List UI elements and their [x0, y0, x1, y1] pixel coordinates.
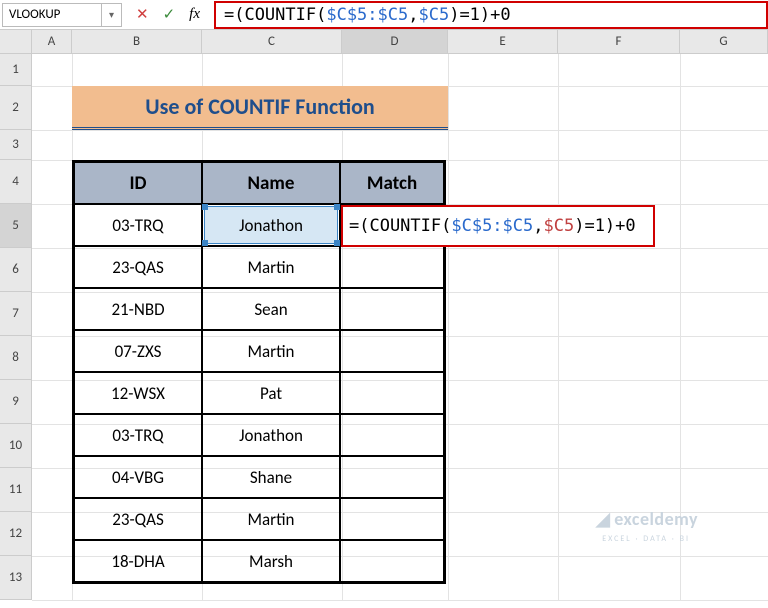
- col-header-D[interactable]: D: [342, 30, 448, 53]
- formula-input[interactable]: =(COUNTIF($C$5:$C5,$C5)=1)+0: [214, 1, 768, 29]
- cell-match[interactable]: [340, 540, 444, 582]
- cell-match-editing[interactable]: =(COUNTIF($C$5:$C5,$C5)=1)+0: [340, 204, 444, 246]
- selection-handle[interactable]: [202, 204, 208, 210]
- watermark: ◢exceldemy: [596, 508, 698, 530]
- cell-id[interactable]: 07-ZXS: [74, 330, 202, 372]
- table-row: 03-TRQ Jonathon: [74, 414, 444, 456]
- cell-name[interactable]: Sean: [202, 288, 340, 330]
- cell-id[interactable]: 18-DHA: [74, 540, 202, 582]
- cell-name-selected[interactable]: Jonathon: [202, 204, 340, 246]
- cell-match[interactable]: [340, 414, 444, 456]
- select-all-corner[interactable]: [0, 30, 32, 53]
- cell-id[interactable]: 03-TRQ: [74, 414, 202, 456]
- cell-value: Jonathon: [239, 215, 303, 236]
- table-row: 07-ZXS Martin: [74, 330, 444, 372]
- cell-id[interactable]: 23-QAS: [74, 498, 202, 540]
- watermark-icon: ◢: [596, 508, 610, 530]
- row-header-9[interactable]: 9: [0, 380, 32, 424]
- worksheet: A B C D E F G 1 2 3 4 5 6 7 8 9 10 11 12…: [0, 30, 768, 600]
- table-row: 21-NBD Sean: [74, 288, 444, 330]
- col-header-C[interactable]: C: [202, 30, 342, 53]
- table-row: 12-WSX Pat: [74, 372, 444, 414]
- enter-icon[interactable]: ✓: [163, 5, 176, 24]
- table-header-match[interactable]: Match: [340, 162, 444, 204]
- row-header-3[interactable]: 3: [0, 130, 32, 160]
- table-row: 04-VBG Shane: [74, 456, 444, 498]
- column-headers: A B C D E F G: [0, 30, 768, 54]
- table-row: 23-QAS Martin: [74, 498, 444, 540]
- row-header-8[interactable]: 8: [0, 336, 32, 380]
- data-table: ID Name Match 03-TRQ Jonathon: [72, 160, 446, 584]
- cell-match[interactable]: [340, 372, 444, 414]
- col-header-F[interactable]: F: [558, 30, 680, 53]
- row-header-1[interactable]: 1: [0, 54, 32, 86]
- cell-match[interactable]: [340, 246, 444, 288]
- fx-icon[interactable]: fx: [189, 6, 200, 23]
- col-header-E[interactable]: E: [448, 30, 558, 53]
- row-header-4[interactable]: 4: [0, 160, 32, 204]
- cell-name[interactable]: Martin: [202, 498, 340, 540]
- cell-id[interactable]: 21-NBD: [74, 288, 202, 330]
- page-title: Use of COUNTIF Function: [72, 86, 448, 130]
- cell-name[interactable]: Jonathon: [202, 414, 340, 456]
- col-header-G[interactable]: G: [680, 30, 768, 53]
- col-header-A[interactable]: A: [32, 30, 72, 53]
- watermark-sub: EXCEL · DATA · BI: [602, 534, 690, 544]
- table-header-id[interactable]: ID: [74, 162, 202, 204]
- row-header-2[interactable]: 2: [0, 86, 32, 130]
- table-row: 23-QAS Martin: [74, 246, 444, 288]
- row-header-13[interactable]: 13: [0, 556, 32, 600]
- cell-name[interactable]: Marsh: [202, 540, 340, 582]
- name-box[interactable]: VLOOKUP: [2, 3, 102, 27]
- cell-id[interactable]: 12-WSX: [74, 372, 202, 414]
- cell-id[interactable]: 23-QAS: [74, 246, 202, 288]
- cell-name[interactable]: Pat: [202, 372, 340, 414]
- name-box-dropdown[interactable]: ▾: [102, 3, 122, 27]
- formula-bar: VLOOKUP ▾ ✕ ✓ fx =(COUNTIF($C$5:$C5,$C5)…: [0, 0, 768, 30]
- col-header-B[interactable]: B: [72, 30, 202, 53]
- row-headers: 1 2 3 4 5 6 7 8 9 10 11 12 13: [0, 54, 32, 600]
- row-header-11[interactable]: 11: [0, 468, 32, 512]
- table-row: 18-DHA Marsh: [74, 540, 444, 582]
- cell-id[interactable]: 03-TRQ: [74, 204, 202, 246]
- row-header-6[interactable]: 6: [0, 248, 32, 292]
- row-header-10[interactable]: 10: [0, 424, 32, 468]
- cell-formula-overlay[interactable]: =(COUNTIF($C$5:$C5,$C5)=1)+0: [341, 205, 655, 247]
- cell-name[interactable]: Martin: [202, 330, 340, 372]
- table-header-name[interactable]: Name: [202, 162, 340, 204]
- cell-name[interactable]: Martin: [202, 246, 340, 288]
- cell-name[interactable]: Shane: [202, 456, 340, 498]
- cancel-icon[interactable]: ✕: [136, 5, 149, 24]
- cell-match[interactable]: [340, 288, 444, 330]
- cell-match[interactable]: [340, 456, 444, 498]
- cell-match[interactable]: [340, 330, 444, 372]
- row-header-12[interactable]: 12: [0, 512, 32, 556]
- row-header-7[interactable]: 7: [0, 292, 32, 336]
- selection-handle[interactable]: [202, 240, 208, 246]
- cell-match[interactable]: [340, 498, 444, 540]
- table-row: 03-TRQ Jonathon =(COUNTIF($C$5:$C5,$C5)=…: [74, 204, 444, 246]
- row-header-5[interactable]: 5: [0, 204, 32, 248]
- cell-id[interactable]: 04-VBG: [74, 456, 202, 498]
